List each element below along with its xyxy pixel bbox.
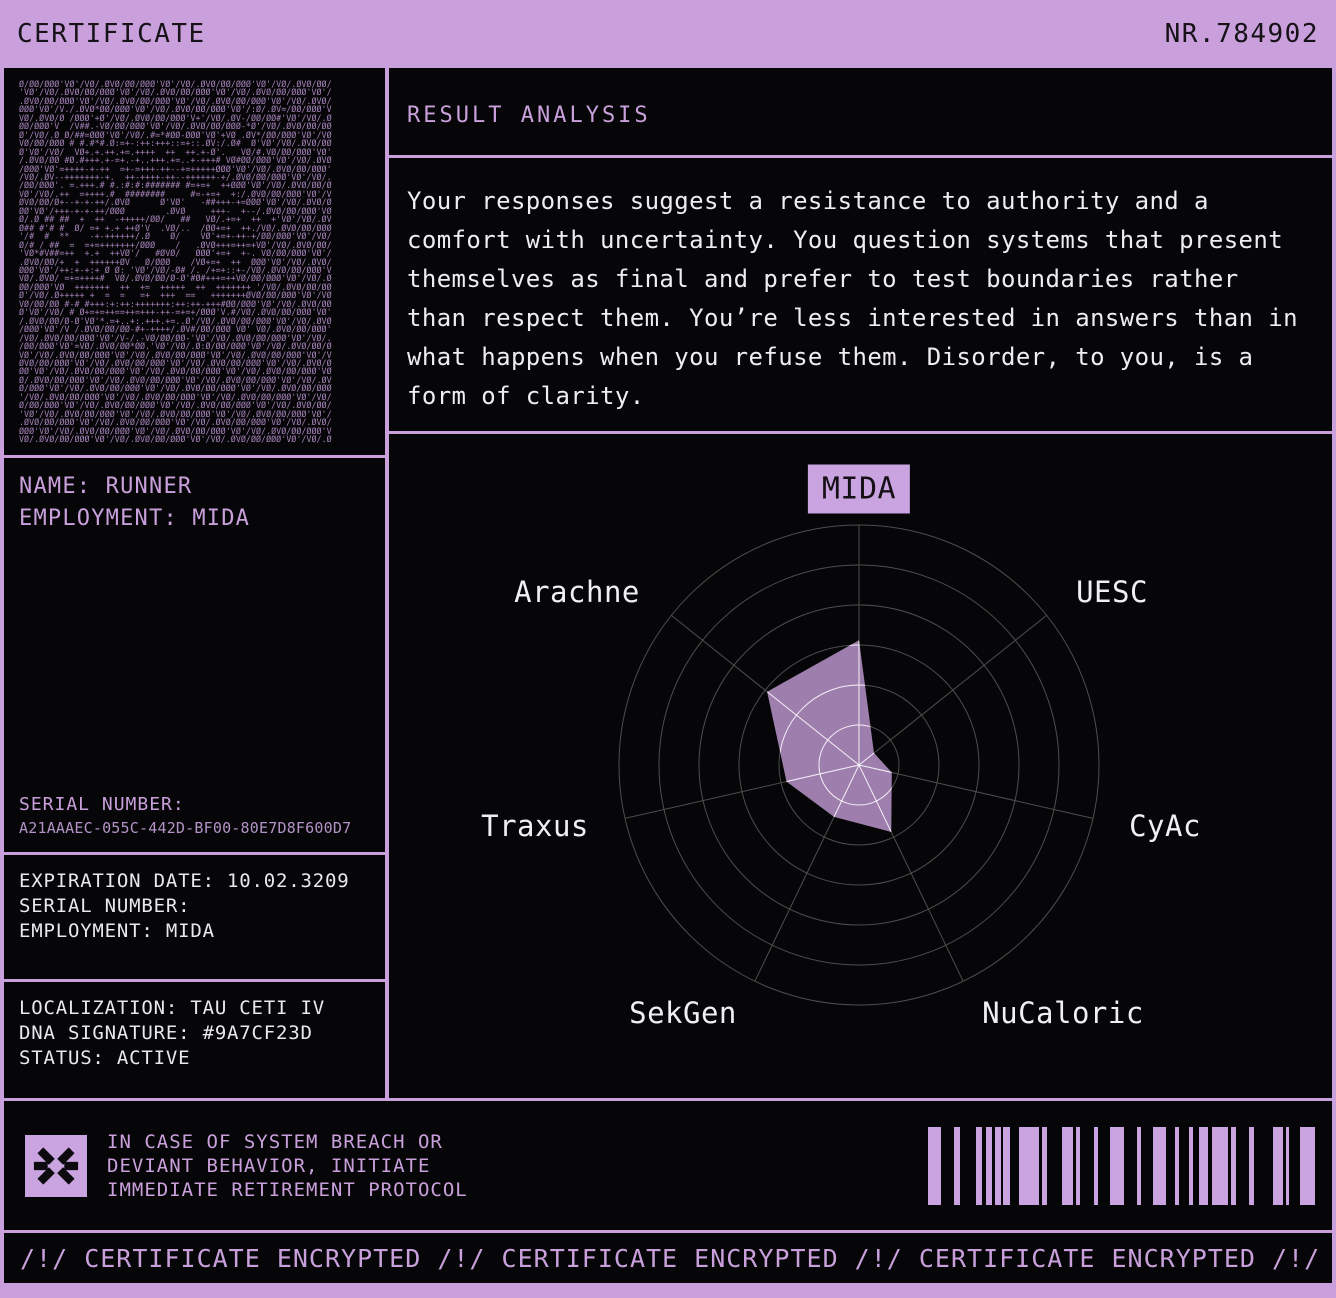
- barcode-bar: [1189, 1127, 1193, 1205]
- identity-lines: NAME: RUNNER EMPLOYMENT: MIDA: [19, 471, 370, 535]
- analysis-title: RESULT ANALYSIS: [407, 103, 651, 128]
- barcode-bar: [1212, 1127, 1228, 1205]
- serial-block: SERIAL NUMBER: A21AAAEC-055C-442D-BF00-8…: [19, 792, 370, 838]
- warning-line-2: DEVIANT BEHAVIOR, INITIATE: [107, 1154, 468, 1178]
- barcode: [928, 1127, 1315, 1205]
- barcode-bar: [1273, 1127, 1283, 1205]
- localization-line: LOCALIZATION: TAU CETI IV: [19, 996, 370, 1021]
- expiration-date-line: EXPIRATION DATE: 10.02.3209: [19, 869, 370, 894]
- barcode-bar: [1110, 1127, 1124, 1205]
- warning-bar: IN CASE OF SYSTEM BREACH OR DEVIANT BEHA…: [4, 1101, 1332, 1230]
- portrait-panel: Ø/ØØ/ØØØ'VØ'/VØ/.ØVØ/ØØ/ØØØ'VØ'/VØ/.ØVØ/…: [4, 68, 385, 455]
- barcode-bar: [1094, 1127, 1098, 1205]
- expiration-panel: EXPIRATION DATE: 10.02.3209 SERIAL NUMBE…: [4, 855, 385, 979]
- chart-label-mida: MIDA: [808, 465, 910, 514]
- analysis-column: RESULT ANALYSIS Your responses suggest a…: [389, 68, 1332, 1098]
- barcode-bar: [1199, 1127, 1208, 1205]
- status-line: STATUS: ACTIVE: [19, 1046, 370, 1071]
- warning-text: IN CASE OF SYSTEM BREACH OR DEVIANT BEHA…: [107, 1130, 468, 1202]
- barcode-bar: [1231, 1127, 1236, 1205]
- barcode-bar: [1137, 1127, 1141, 1205]
- barcode-bar: [986, 1127, 992, 1205]
- analysis-header-panel: RESULT ANALYSIS: [389, 68, 1332, 155]
- radar-chart-svg: [389, 434, 1332, 1098]
- employment-line-2: EMPLOYMENT: MIDA: [19, 919, 370, 944]
- encrypted-ticker: /!/ CERTIFICATE ENCRYPTED /!/ CERTIFICAT…: [4, 1233, 1332, 1283]
- barcode-bar: [1286, 1127, 1289, 1205]
- dna-signature-line: DNA SIGNATURE: #9A7CF23D: [19, 1021, 370, 1046]
- ticker-text: /!/ CERTIFICATE ENCRYPTED /!/ CERTIFICAT…: [20, 1244, 1332, 1273]
- radar-chart-panel: MIDA UESC CyAc NuCaloric SekGen Traxus A…: [389, 434, 1332, 1098]
- chart-label-uesc: UESC: [1076, 575, 1148, 609]
- barcode-bar: [1076, 1127, 1080, 1205]
- barcode-bar: [1003, 1127, 1010, 1205]
- barcode-bar: [928, 1127, 941, 1205]
- localization-panel: LOCALIZATION: TAU CETI IV DNA SIGNATURE:…: [4, 982, 385, 1098]
- certificate-frame: Ø/ØØ/ØØØ'VØ'/VØ/.ØVØ/ØØ/ØØØ'VØ'/VØ/.ØVØ/…: [0, 68, 1336, 1286]
- page-title: CERTIFICATE: [17, 19, 206, 49]
- chart-label-nucaloric: NuCaloric: [982, 996, 1144, 1030]
- barcode-bar: [995, 1127, 1001, 1205]
- retirement-protocol-icon: [25, 1135, 87, 1197]
- barcode-bar: [976, 1127, 982, 1205]
- id-column: Ø/ØØ/ØØØ'VØ'/VØ/.ØVØ/ØØ/ØØØ'VØ'/VØ/.ØVØ/…: [4, 68, 385, 1098]
- certificate-header: CERTIFICATE NR.784902: [0, 0, 1336, 68]
- asterisk-cross-icon: [33, 1143, 79, 1189]
- warning-line-1: IN CASE OF SYSTEM BREACH OR: [107, 1130, 468, 1154]
- bottom-strip: [0, 1286, 1336, 1298]
- analysis-body-panel: Your responses suggest a resistance to a…: [389, 158, 1332, 431]
- barcode-bar: [954, 1127, 960, 1205]
- barcode-bar: [1153, 1127, 1166, 1205]
- certificate-number: NR.784902: [1165, 19, 1319, 49]
- main-area: Ø/ØØ/ØØØ'VØ'/VØ/.ØVØ/ØØ/ØØØ'VØ'/VØ/.ØVØ/…: [4, 68, 1332, 1098]
- barcode-bar: [1062, 1127, 1073, 1205]
- analysis-text: Your responses suggest a resistance to a…: [407, 182, 1312, 416]
- warning-line-3: IMMEDIATE RETIREMENT PROTOCOL: [107, 1178, 468, 1202]
- barcode-bar: [1175, 1127, 1179, 1205]
- name-line: NAME: RUNNER: [19, 471, 370, 503]
- barcode-bar: [1042, 1127, 1047, 1205]
- barcode-bar: [1019, 1127, 1039, 1205]
- ascii-portrait: Ø/ØØ/ØØØ'VØ'/VØ/.ØVØ/ØØ/ØØØ'VØ'/VØ/.ØVØ/…: [19, 80, 385, 443]
- serial-number-line: SERIAL NUMBER:: [19, 894, 370, 919]
- barcode-bar: [1300, 1127, 1315, 1205]
- employment-line: EMPLOYMENT: MIDA: [19, 503, 370, 535]
- barcode-bar: [1249, 1127, 1254, 1205]
- chart-label-sekgen: SekGen: [629, 996, 737, 1030]
- identity-panel: NAME: RUNNER EMPLOYMENT: MIDA SERIAL NUM…: [4, 458, 385, 852]
- chart-label-cyac: CyAc: [1129, 809, 1201, 843]
- chart-label-traxus: Traxus: [481, 809, 589, 843]
- serial-number-value: A21AAAEC-055C-442D-BF00-80E7D8F600D7: [19, 818, 370, 838]
- chart-label-arachne: Arachne: [514, 575, 640, 609]
- serial-number-label: SERIAL NUMBER:: [19, 792, 370, 818]
